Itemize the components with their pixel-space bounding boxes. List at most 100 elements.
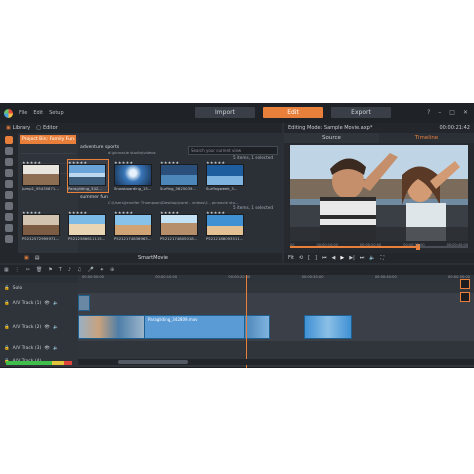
timeline-clip[interactable] bbox=[244, 315, 270, 339]
scorefitter-icon[interactable]: ♫ bbox=[77, 267, 81, 273]
speaker-icon[interactable]: 🔈 bbox=[53, 301, 59, 306]
tab-source[interactable]: Source bbox=[284, 133, 379, 143]
media-thumb[interactable]: ★★★★★ Surfing_5625039... bbox=[160, 160, 200, 192]
zoom-icon[interactable]: ⊕ bbox=[110, 267, 114, 273]
montage-icon[interactable] bbox=[5, 235, 13, 243]
mixer-icon[interactable] bbox=[460, 292, 470, 302]
library-tab-bar: ▣ Library ▢ Editor bbox=[0, 123, 282, 133]
tab-timeline[interactable]: Timeline bbox=[379, 133, 474, 143]
lock-icon[interactable]: 🔒 bbox=[4, 301, 10, 306]
timeline-playhead[interactable] bbox=[246, 275, 247, 368]
media-thumb[interactable]: ★★★★★ Surfingweek_5... bbox=[206, 160, 246, 192]
media-thumb[interactable]: ★★★★★ Jump1_95435871... bbox=[22, 160, 62, 192]
maximize-icon[interactable]: □ bbox=[449, 109, 455, 116]
video-preview[interactable] bbox=[290, 145, 468, 241]
skip-back-icon[interactable]: ⏮ bbox=[322, 255, 327, 261]
menu-edit[interactable]: Edit bbox=[33, 110, 43, 116]
speaker-icon[interactable]: 🔈 bbox=[53, 346, 59, 351]
media-thumb[interactable]: ★★★★★ P5212188093511... bbox=[206, 210, 246, 242]
media-thumb[interactable]: ★★★★★ P5212586611115... bbox=[68, 210, 108, 242]
track-name[interactable]: A/V Track (1) bbox=[13, 301, 42, 306]
step-back-icon[interactable]: ◀ bbox=[332, 255, 336, 261]
close-icon[interactable]: ✕ bbox=[463, 109, 468, 116]
mark-out-icon[interactable]: ] bbox=[315, 255, 317, 261]
tab-import[interactable]: Import bbox=[195, 107, 255, 118]
thumb-image bbox=[22, 214, 60, 236]
minimize-icon[interactable]: – bbox=[438, 109, 441, 116]
main-menu: File Edit Setup bbox=[19, 110, 64, 116]
timeline-clip[interactable] bbox=[304, 315, 352, 339]
lock-icon[interactable]: 🔒 bbox=[4, 346, 10, 351]
speaker-icon[interactable]: 🔈 bbox=[53, 325, 59, 330]
audio-tool-icon[interactable]: ♪ bbox=[68, 267, 71, 273]
razor-icon[interactable]: ✂ bbox=[26, 267, 30, 273]
library-bottom-bar: ▣ ▤ SmartMovie bbox=[18, 253, 282, 263]
project-bin-title[interactable]: Project Bin: Family Fun... bbox=[20, 135, 76, 144]
smartmovie-button[interactable]: SmartMovie bbox=[138, 255, 168, 261]
search-input[interactable]: Search your current view bbox=[188, 146, 278, 155]
timeline-scrollbar[interactable] bbox=[78, 359, 474, 365]
preview-scrubber[interactable]: 00 00:00:10:00 00:00:20:00 00:00:30:00 0… bbox=[290, 243, 468, 251]
title-icon[interactable] bbox=[5, 202, 13, 210]
timeline-clip[interactable] bbox=[78, 315, 146, 339]
lock-icon[interactable]: 🔒 bbox=[4, 325, 10, 330]
filter-icon[interactable]: ▤ bbox=[35, 255, 40, 261]
scrollbar-thumb[interactable] bbox=[118, 360, 188, 364]
menu-file[interactable]: File bbox=[19, 110, 27, 116]
project-bins-icon[interactable] bbox=[5, 136, 13, 144]
transition-icon[interactable] bbox=[5, 213, 13, 221]
zoom-fit-label[interactable]: Fit bbox=[288, 255, 294, 261]
tab-library[interactable]: ▣ Library bbox=[6, 125, 30, 131]
title-tool-icon[interactable]: T bbox=[59, 267, 62, 273]
preview-frame-image bbox=[290, 145, 468, 241]
tab-export[interactable]: Export bbox=[331, 107, 391, 118]
loop-icon[interactable]: ⟲ bbox=[299, 255, 303, 261]
effects-icon[interactable] bbox=[5, 224, 13, 232]
marker-icon[interactable]: ⚑ bbox=[48, 267, 52, 273]
media-thumb[interactable]: ★★★★★ P5212572995971... bbox=[22, 210, 62, 242]
eye-icon[interactable]: 👁 bbox=[44, 301, 50, 306]
fullscreen-icon[interactable]: ⛶ bbox=[381, 255, 385, 261]
panel-toggle-icon[interactable] bbox=[460, 279, 470, 289]
app-logo-icon bbox=[4, 108, 13, 118]
audio-level-meter bbox=[6, 361, 72, 365]
timeline-clip[interactable] bbox=[78, 295, 90, 311]
photo-icon[interactable] bbox=[5, 169, 13, 177]
track-body[interactable]: Paragliding_342809.mov bbox=[78, 313, 474, 341]
volume-icon[interactable]: 🔈 bbox=[369, 255, 375, 261]
tab-edit[interactable]: Edit bbox=[263, 107, 323, 118]
music-icon[interactable] bbox=[5, 191, 13, 199]
add-icon[interactable]: ▣ bbox=[24, 255, 29, 261]
menu-setup[interactable]: Setup bbox=[49, 110, 64, 116]
snap-icon[interactable]: ⋮ bbox=[15, 267, 20, 273]
track-name[interactable]: A/V Track (2) bbox=[13, 325, 42, 330]
help-icon[interactable]: ? bbox=[427, 109, 430, 116]
mark-in-icon[interactable]: [ bbox=[308, 255, 310, 261]
timeline-clip-selected[interactable]: Paragliding_342809.mov bbox=[144, 315, 246, 339]
track-name[interactable]: Solo bbox=[13, 286, 23, 291]
track-body[interactable] bbox=[78, 283, 474, 293]
media-thumb[interactable]: ★★★★★ Snowboarding_15... bbox=[114, 160, 154, 192]
storyboard-icon[interactable]: ▦ bbox=[4, 267, 9, 273]
skip-forward-icon[interactable]: ⏭ bbox=[360, 255, 365, 261]
eye-icon[interactable]: 👁 bbox=[44, 346, 50, 351]
collections-icon[interactable] bbox=[5, 147, 13, 155]
tab-editor[interactable]: ▢ Editor bbox=[36, 125, 58, 131]
media-thumb[interactable]: ★★★★★ P5212174805018... bbox=[160, 210, 200, 242]
audio-icon[interactable] bbox=[5, 180, 13, 188]
track-body[interactable] bbox=[78, 293, 474, 313]
lock-icon[interactable]: 🔒 bbox=[4, 286, 10, 291]
track-name[interactable]: A/V Track (3) bbox=[13, 346, 42, 351]
media-thumb-selected[interactable]: ★★★★★ Paragliding_342... bbox=[67, 159, 109, 193]
effect-tool-icon[interactable]: ✦ bbox=[100, 267, 104, 273]
voiceover-icon[interactable]: 🎤 bbox=[88, 267, 94, 273]
step-forward-icon[interactable]: ▶| bbox=[349, 255, 355, 261]
eye-icon[interactable]: 👁 bbox=[44, 325, 50, 330]
track-body[interactable] bbox=[78, 341, 474, 355]
trash-icon[interactable]: 🗑 bbox=[36, 267, 42, 273]
timeline-ruler[interactable]: 00:00:00:00 00:00:10:00 00:00:20:00 00:0… bbox=[78, 275, 474, 283]
folder-row[interactable] bbox=[21, 147, 75, 154]
media-thumb[interactable]: ★★★★★ P5212174836963... bbox=[114, 210, 154, 242]
play-icon[interactable]: ▶ bbox=[340, 255, 344, 261]
video-icon[interactable] bbox=[5, 158, 13, 166]
